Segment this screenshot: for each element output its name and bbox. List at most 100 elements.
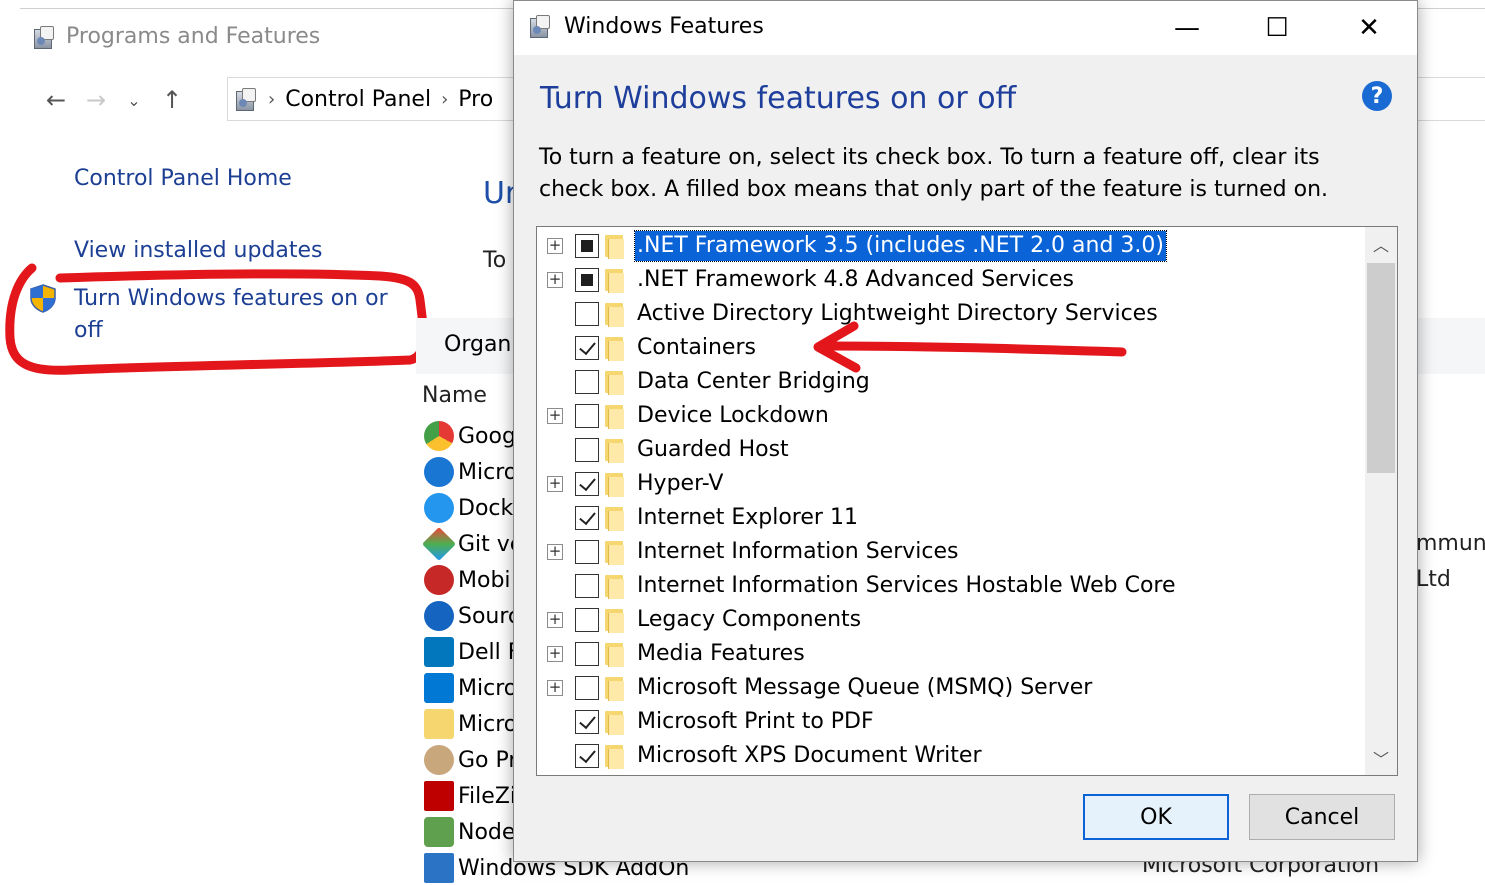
filezilla-icon [424, 781, 454, 811]
feature-label[interactable]: .NET Framework 3.5 (includes .NET 2.0 an… [633, 230, 1168, 262]
feature-row[interactable]: Internet Information Services Hostable W… [537, 569, 1357, 603]
expand-plus-icon[interactable]: + [547, 238, 563, 254]
recent-locations-chevron-icon[interactable]: ⌄ [116, 82, 152, 118]
program-row[interactable]: Node [424, 815, 515, 849]
close-button[interactable]: ✕ [1324, 1, 1414, 55]
feature-label[interactable]: Hyper-V [637, 469, 723, 499]
feature-checkbox[interactable] [575, 744, 599, 768]
feature-checkbox[interactable] [575, 642, 599, 666]
feature-label[interactable]: Internet Information Services [637, 537, 958, 567]
program-row[interactable]: Micro [424, 707, 517, 741]
feature-checkbox[interactable] [575, 404, 599, 428]
feature-row[interactable]: Microsoft XPS Document Writer [537, 739, 1357, 773]
scroll-down-icon[interactable]: ﹀ [1365, 741, 1397, 775]
program-row[interactable]: Dock [424, 491, 513, 525]
program-row[interactable]: Dell F [424, 635, 520, 669]
feature-checkbox[interactable] [575, 506, 599, 530]
feature-label[interactable]: Device Lockdown [637, 401, 829, 431]
feature-label[interactable]: Internet Information Services Hostable W… [637, 571, 1176, 601]
window-title: Programs and Features [66, 24, 321, 49]
up-arrow-icon[interactable]: ↑ [152, 82, 192, 118]
feature-label[interactable]: .NET Framework 4.8 Advanced Services [637, 265, 1074, 295]
program-row[interactable]: Micro [424, 455, 517, 489]
feature-checkbox[interactable] [575, 710, 599, 734]
feature-row[interactable]: + Media Features [537, 637, 1357, 671]
program-row[interactable]: Git ve [422, 527, 523, 561]
program-row[interactable]: Goog [424, 419, 516, 453]
program-row[interactable]: Micro [424, 671, 517, 705]
folder-icon [605, 267, 625, 293]
feature-label[interactable]: Internet Explorer 11 [637, 503, 858, 533]
feature-checkbox[interactable] [575, 608, 599, 632]
feature-row[interactable]: + .NET Framework 4.8 Advanced Services [537, 263, 1357, 297]
breadcrumb-control-panel[interactable]: Control Panel [285, 87, 431, 112]
feature-checkbox[interactable] [575, 540, 599, 564]
window-title-area: Programs and Features [32, 24, 320, 49]
red-circle-annotation [5, 263, 428, 375]
feature-label[interactable]: Guarded Host [637, 435, 789, 465]
program-row[interactable]: Mobi [424, 563, 511, 597]
folder-icon [605, 573, 625, 599]
expand-plus-icon[interactable]: + [547, 408, 563, 424]
subtext-fragment: To [483, 248, 507, 273]
feature-checkbox[interactable] [575, 438, 599, 462]
expand-plus-icon[interactable]: + [547, 646, 563, 662]
feature-label[interactable]: Microsoft Print to PDF [637, 707, 874, 737]
folder-icon [605, 607, 625, 633]
control-panel-home-link[interactable]: Control Panel Home [74, 163, 292, 195]
feature-checkbox[interactable] [575, 234, 599, 258]
feature-row[interactable]: Microsoft Print to PDF [537, 705, 1357, 739]
minimize-button[interactable]: — [1142, 1, 1232, 55]
name-column-header[interactable]: Name [422, 383, 487, 408]
breadcrumb-programs[interactable]: Pro [458, 87, 493, 112]
feature-label[interactable]: Microsoft XPS Document Writer [637, 741, 982, 771]
feature-label[interactable]: Legacy Components [637, 605, 861, 635]
feature-row[interactable]: Guarded Host [537, 433, 1357, 467]
publisher-fragment: Ltd [1416, 567, 1451, 592]
back-arrow-icon[interactable]: ← [36, 82, 76, 118]
feature-checkbox[interactable] [575, 302, 599, 326]
forward-arrow-icon[interactable]: → [76, 82, 116, 118]
expand-plus-icon[interactable]: + [547, 612, 563, 628]
expand-plus-icon[interactable]: + [547, 680, 563, 696]
windows-features-icon [528, 14, 552, 38]
feature-checkbox[interactable] [575, 370, 599, 394]
go-gopher-icon [424, 745, 454, 775]
program-row[interactable]: Go Pr [424, 743, 517, 777]
folder-icon [605, 403, 625, 429]
feature-row[interactable]: Internet Explorer 11 [537, 501, 1357, 535]
ok-button[interactable]: OK [1083, 794, 1229, 840]
program-row[interactable]: FileZi [424, 779, 516, 813]
feature-label[interactable]: Microsoft Message Queue (MSMQ) Server [637, 673, 1092, 703]
feature-label[interactable]: Containers [637, 333, 756, 363]
expand-plus-icon[interactable]: + [547, 544, 563, 560]
feature-row[interactable]: + Microsoft Message Queue (MSMQ) Server [537, 671, 1357, 705]
feature-row[interactable]: + Hyper-V [537, 467, 1357, 501]
feature-label[interactable]: Media Features [637, 639, 805, 669]
dialog-titlebar[interactable]: Windows Features — ☐ ✕ [514, 1, 1417, 55]
maximize-button[interactable]: ☐ [1232, 1, 1322, 55]
cancel-button[interactable]: Cancel [1249, 794, 1395, 840]
feature-checkbox[interactable] [575, 574, 599, 598]
feature-checkbox[interactable] [575, 268, 599, 292]
nodejs-icon [424, 817, 454, 847]
scroll-up-icon[interactable]: ︿ [1365, 227, 1397, 261]
feature-row[interactable]: + Internet Information Services [537, 535, 1357, 569]
program-row[interactable]: Sourc [424, 599, 520, 633]
breadcrumb-separator-icon: › [441, 88, 449, 110]
organize-button[interactable]: Organi [444, 332, 517, 357]
features-tree[interactable]: + .NET Framework 3.5 (includes .NET 2.0 a… [536, 226, 1398, 776]
help-icon[interactable]: ? [1362, 81, 1392, 111]
publisher-fragment: mmuni [1416, 531, 1485, 556]
feature-checkbox[interactable] [575, 336, 599, 360]
chrome-icon [424, 421, 454, 451]
feature-checkbox[interactable] [575, 676, 599, 700]
feature-checkbox[interactable] [575, 472, 599, 496]
feature-row[interactable]: + Device Lockdown [537, 399, 1357, 433]
tree-scrollbar[interactable]: ︿ ﹀ [1365, 227, 1397, 775]
expand-plus-icon[interactable]: + [547, 272, 563, 288]
expand-plus-icon[interactable]: + [547, 476, 563, 492]
feature-row[interactable]: + Legacy Components [537, 603, 1357, 637]
feature-row[interactable]: + .NET Framework 3.5 (includes .NET 2.0 a… [537, 229, 1357, 263]
scrollbar-thumb[interactable] [1367, 263, 1395, 473]
